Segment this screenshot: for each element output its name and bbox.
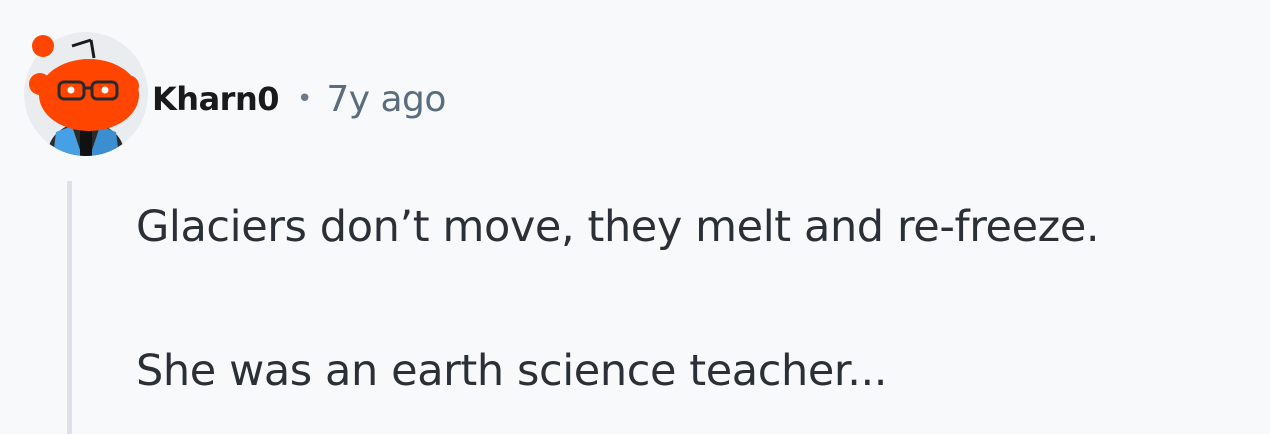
avatar[interactable] (22, 28, 150, 160)
comment-paragraph: She was an earth science teacher... (136, 346, 888, 396)
comment: Kharn0 • 7y ago Glaciers don’t move, the… (0, 0, 1270, 434)
comment-meta: Kharn0 • 7y ago (152, 74, 446, 124)
author-link[interactable]: Kharn0 (152, 80, 280, 118)
comment-timestamp: 7y ago (326, 78, 446, 120)
thread-line[interactable] (67, 181, 72, 434)
comment-paragraph: Glaciers don’t move, they melt and re-fr… (136, 202, 1100, 252)
snoo-avatar-icon (24, 32, 148, 156)
meta-separator: • (297, 84, 313, 114)
